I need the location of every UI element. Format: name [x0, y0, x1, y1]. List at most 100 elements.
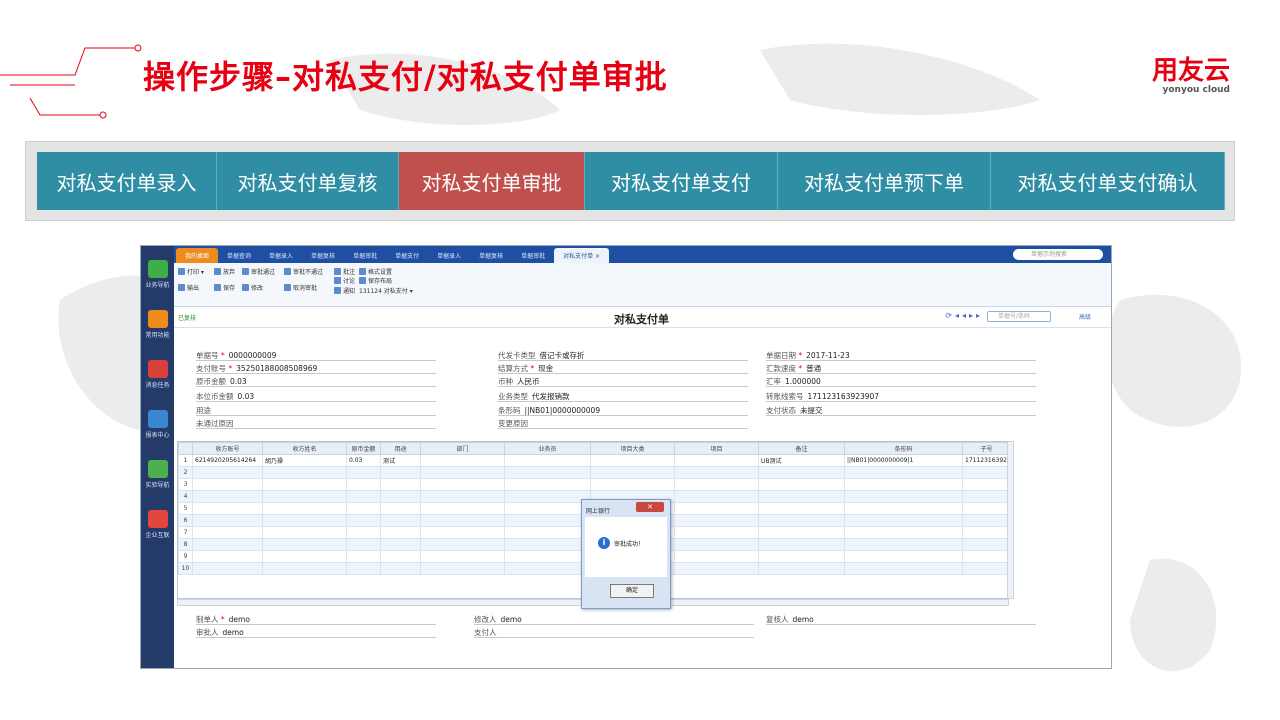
table-cell[interactable]	[674, 478, 759, 491]
table-cell[interactable]	[844, 478, 963, 491]
table-cell[interactable]	[192, 502, 263, 515]
table-cell[interactable]	[674, 526, 759, 539]
approve-pass-button[interactable]: 审批通过	[242, 267, 275, 276]
notify-button[interactable]: 通知	[334, 286, 355, 295]
table-cell[interactable]	[758, 478, 845, 491]
table-cell[interactable]	[420, 478, 505, 491]
grid-column-header[interactable]: 收方账号	[192, 442, 263, 455]
table-cell[interactable]	[380, 526, 421, 539]
modify-button[interactable]: 修改	[242, 283, 263, 292]
tab-approve-2[interactable]: 单据审批	[512, 248, 554, 263]
table-cell[interactable]	[346, 550, 381, 563]
table-cell[interactable]	[346, 490, 381, 503]
table-cell[interactable]: ||NB01|0000000009|1	[844, 454, 963, 467]
bill-search-input[interactable]: 单据号/条码	[987, 311, 1051, 322]
sidebar-item-messages[interactable]: 消息任务	[141, 360, 174, 389]
step-pay[interactable]: 对私支付单支付	[585, 152, 778, 210]
table-cell[interactable]	[844, 514, 963, 527]
table-cell[interactable]	[844, 490, 963, 503]
table-cell[interactable]	[346, 562, 381, 575]
tab-review[interactable]: 单据复核	[302, 248, 344, 263]
table-cell[interactable]	[674, 466, 759, 479]
table-cell[interactable]: 171123163923	[962, 454, 1011, 467]
table-cell[interactable]	[192, 562, 263, 575]
table-cell[interactable]	[590, 478, 675, 491]
grid-vertical-scrollbar[interactable]	[1007, 441, 1014, 599]
table-cell[interactable]	[962, 502, 1011, 515]
table-cell[interactable]	[504, 490, 591, 503]
step-pay-confirm[interactable]: 对私支付单支付确认	[991, 152, 1225, 210]
record-nav-icons[interactable]: ⟳◂◂▸▸	[945, 311, 983, 320]
table-cell[interactable]	[420, 562, 505, 575]
table-cell[interactable]	[758, 562, 845, 575]
table-cell[interactable]	[758, 550, 845, 563]
table-cell[interactable]	[346, 514, 381, 527]
table-cell[interactable]	[758, 526, 845, 539]
app-search-input[interactable]: 单据示例搜索	[1013, 249, 1103, 260]
step-entry[interactable]: 对私支付单录入	[37, 152, 217, 210]
table-cell[interactable]	[758, 490, 845, 503]
table-cell[interactable]	[420, 538, 505, 551]
table-cell[interactable]	[674, 550, 759, 563]
table-cell[interactable]: 胡乃操	[262, 454, 347, 467]
table-cell[interactable]	[380, 562, 421, 575]
table-cell[interactable]	[674, 502, 759, 515]
table-row[interactable]: 1 6214920205614264 胡乃操 0.03 测试 UB测试 ||NB01|000…	[178, 454, 1011, 467]
tab-private-pay[interactable]: 对私支付单 ×	[554, 248, 610, 263]
tab-entry-2[interactable]: 单据录入	[428, 248, 470, 263]
table-cell[interactable]	[346, 502, 381, 515]
grid-column-header[interactable]: 备注	[758, 442, 845, 455]
table-cell[interactable]	[192, 466, 263, 479]
table-cell[interactable]	[420, 490, 505, 503]
table-cell[interactable]	[962, 562, 1011, 575]
grid-column-header[interactable]: 项目	[674, 442, 759, 455]
sidebar-item-nav[interactable]: 业务导航	[141, 260, 174, 289]
save-button[interactable]: 保存	[214, 283, 235, 292]
table-cell[interactable]	[420, 550, 505, 563]
table-cell[interactable]	[262, 466, 347, 479]
grid-column-header[interactable]	[178, 442, 193, 455]
table-cell[interactable]	[674, 514, 759, 527]
approve-fail-button[interactable]: 审批不通过	[284, 267, 323, 276]
table-cell[interactable]	[380, 514, 421, 527]
sidebar-item-lab[interactable]: 实验导航	[141, 460, 174, 489]
grid-column-header[interactable]: 部门	[420, 442, 505, 455]
tab-query[interactable]: 单据查询	[218, 248, 260, 263]
dialog-close-button[interactable]: ✕	[636, 502, 664, 512]
table-cell[interactable]	[504, 478, 591, 491]
table-cell[interactable]	[192, 526, 263, 539]
table-cell[interactable]	[844, 538, 963, 551]
table-cell[interactable]	[504, 514, 591, 527]
table-cell[interactable]	[758, 514, 845, 527]
table-cell[interactable]	[346, 538, 381, 551]
table-row[interactable]: 3	[178, 478, 1011, 491]
table-cell[interactable]	[758, 466, 845, 479]
table-cell[interactable]	[962, 538, 1011, 551]
sidebar-item-favorites[interactable]: 常用功能	[141, 310, 174, 339]
grid-column-header[interactable]: 收方姓名	[262, 442, 347, 455]
table-cell[interactable]	[674, 454, 759, 467]
table-cell[interactable]	[420, 466, 505, 479]
table-cell[interactable]	[420, 454, 505, 467]
tab-entry[interactable]: 单据录入	[260, 248, 302, 263]
table-cell[interactable]	[844, 502, 963, 515]
table-cell[interactable]	[962, 514, 1011, 527]
tab-desktop[interactable]: 我的桌面	[176, 248, 219, 263]
table-cell[interactable]	[590, 466, 675, 479]
grid-column-header[interactable]: 项目大类	[590, 442, 675, 455]
table-cell[interactable]	[962, 478, 1011, 491]
cancel-approve-button[interactable]: 取消审批	[284, 283, 317, 292]
print-button[interactable]: 打印 ▾	[178, 267, 204, 276]
table-cell[interactable]	[380, 502, 421, 515]
table-cell[interactable]	[504, 538, 591, 551]
table-cell[interactable]	[380, 550, 421, 563]
table-cell[interactable]	[674, 490, 759, 503]
table-cell[interactable]	[590, 454, 675, 467]
table-row[interactable]: 2	[178, 466, 1011, 479]
table-cell[interactable]	[420, 526, 505, 539]
table-cell[interactable]	[504, 454, 591, 467]
tab-pay[interactable]: 单据支付	[386, 248, 428, 263]
format-button[interactable]: 格式设置	[359, 267, 392, 276]
tab-review-2[interactable]: 单据复核	[470, 248, 512, 263]
table-cell[interactable]	[962, 526, 1011, 539]
